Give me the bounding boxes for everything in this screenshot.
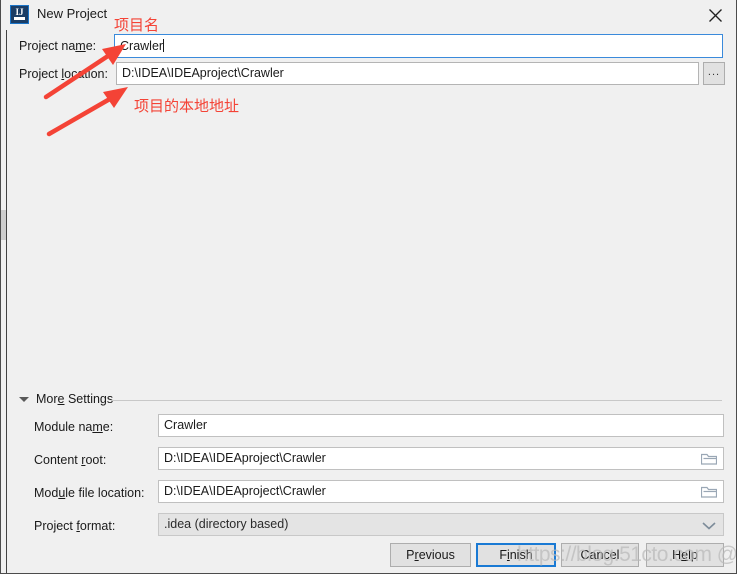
cancel-button[interactable]: Cancel bbox=[561, 543, 639, 567]
left-edge-strip bbox=[1, 30, 7, 573]
annotation-project-name-text: 项目名 bbox=[114, 16, 160, 34]
title-bar: IJ New Project bbox=[1, 0, 736, 30]
content-root-input[interactable]: D:\IDEA\IDEAproject\Crawler bbox=[158, 447, 724, 470]
annotation-project-location-text: 项目的本地地址 bbox=[134, 97, 240, 115]
app-icon-bar bbox=[14, 17, 25, 20]
window-title: New Project bbox=[37, 6, 108, 21]
new-project-dialog: IJ New Project Project name: Crawler Pro… bbox=[0, 0, 737, 574]
browse-location-button[interactable]: ... bbox=[703, 62, 725, 85]
chevron-down-icon[interactable] bbox=[702, 522, 716, 530]
close-icon bbox=[709, 9, 722, 22]
module-file-location-value: D:\IDEA\IDEAproject\Crawler bbox=[164, 484, 326, 498]
project-name-value: Crawler bbox=[120, 39, 164, 53]
project-location-label: Project location: bbox=[19, 67, 108, 81]
annotation-arrow-to-project-location bbox=[46, 87, 128, 137]
project-format-label: Project format: bbox=[34, 519, 116, 533]
previous-button[interactable]: Previous bbox=[390, 543, 471, 567]
module-file-location-input[interactable]: D:\IDEA\IDEAproject\Crawler bbox=[158, 480, 724, 503]
module-name-label: Module name: bbox=[34, 420, 114, 434]
app-icon-letters: IJ bbox=[15, 7, 24, 17]
project-name-input[interactable]: Crawler bbox=[114, 34, 723, 58]
help-button[interactable]: Help bbox=[646, 543, 724, 567]
chevron-down-icon bbox=[19, 397, 29, 402]
finish-button[interactable]: Finish bbox=[476, 543, 556, 567]
project-name-label: Project name: bbox=[19, 39, 97, 53]
project-format-value: .idea (directory based) bbox=[164, 517, 289, 531]
project-location-input[interactable]: D:\IDEA\IDEAproject\Crawler bbox=[116, 62, 699, 85]
content-root-label: Content root: bbox=[34, 453, 107, 467]
intellij-idea-icon: IJ bbox=[10, 5, 29, 24]
text-caret bbox=[163, 39, 165, 52]
more-settings-label: More Settings bbox=[36, 392, 114, 406]
project-format-select[interactable]: .idea (directory based) bbox=[158, 513, 724, 536]
browse-button-label: ... bbox=[707, 66, 721, 78]
content-root-value: D:\IDEA\IDEAproject\Crawler bbox=[164, 451, 326, 465]
project-location-value: D:\IDEA\IDEAproject\Crawler bbox=[122, 66, 284, 80]
scrollbar-thumb[interactable] bbox=[1, 210, 6, 240]
folder-icon[interactable] bbox=[701, 486, 717, 498]
close-button[interactable] bbox=[693, 0, 736, 29]
more-settings-separator bbox=[111, 400, 722, 401]
folder-icon[interactable] bbox=[701, 453, 717, 465]
module-file-location-label: Module file location: bbox=[34, 486, 145, 500]
module-name-input[interactable]: Crawler bbox=[158, 414, 724, 437]
module-name-value: Crawler bbox=[164, 418, 208, 432]
